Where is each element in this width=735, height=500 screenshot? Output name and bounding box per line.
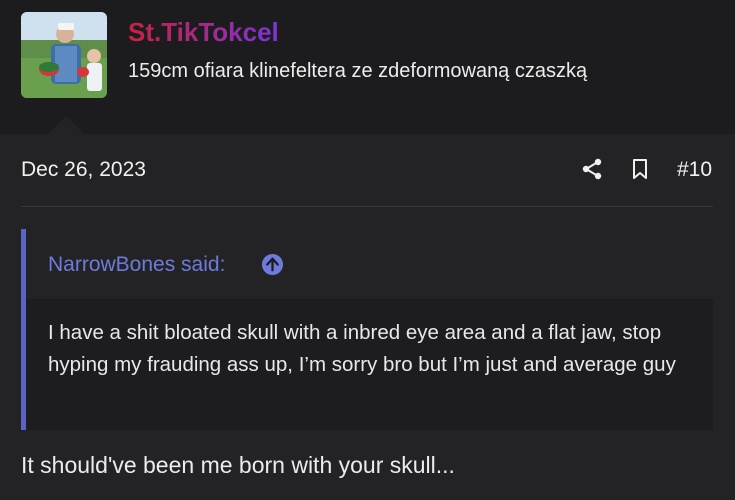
post-number-link[interactable]: #10 <box>677 158 712 182</box>
header-pointer <box>48 116 84 134</box>
quote-author-link[interactable]: NarrowBones said: <box>48 253 225 277</box>
divider <box>21 206 713 207</box>
bookmark-icon[interactable] <box>628 157 652 181</box>
post-author-header: St.TikTokcel 159cm ofiara klinefeltera z… <box>0 0 735 134</box>
share-icon[interactable] <box>580 157 604 181</box>
quote-block: NarrowBones said: I have a shit bloated … <box>21 229 713 430</box>
post-content: It should've been me born with your skul… <box>21 452 455 478</box>
avatar[interactable] <box>21 12 107 98</box>
quote-body: I have a shit bloated skull with a inbre… <box>48 321 676 376</box>
post-date[interactable]: Dec 26, 2023 <box>21 158 146 182</box>
avatar-photo <box>21 12 107 98</box>
user-title: 159cm ofiara klinefeltera ze zdeformowan… <box>128 60 588 82</box>
username-link[interactable]: St.TikTokcel <box>128 17 279 48</box>
quote-header: NarrowBones said: <box>26 229 713 299</box>
arrow-up-circle-icon[interactable] <box>261 253 284 276</box>
